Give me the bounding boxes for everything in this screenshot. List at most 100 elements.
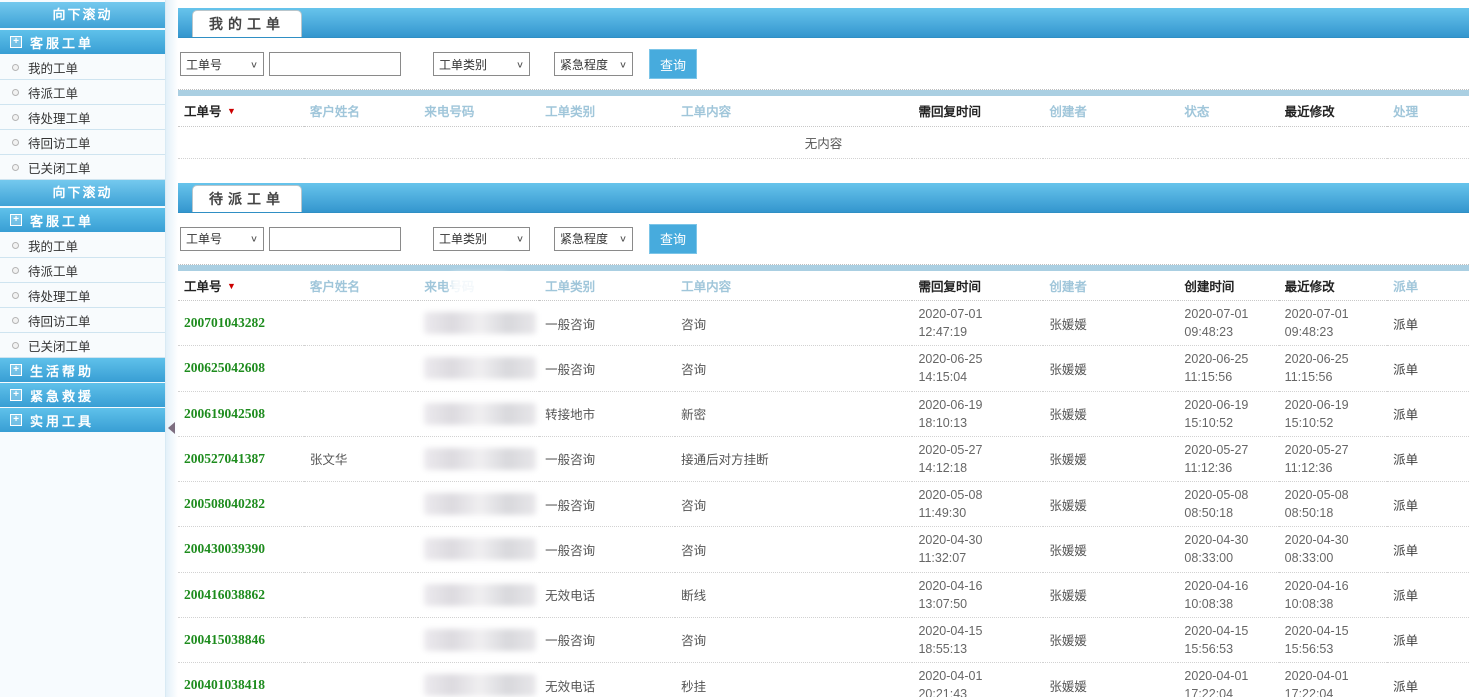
redacted-phone-blur [424, 629, 536, 651]
created-time-cell: 2020-06-19 15:10:52 [1178, 391, 1278, 436]
sidebar-gutter [166, 0, 178, 697]
order-id-link[interactable]: 200619042508 [178, 391, 304, 436]
urgency-select-value: 紧急程度 [560, 56, 608, 73]
sidebar-item[interactable]: 我的工单 [0, 233, 165, 258]
chevron-down-icon: ∨ [619, 233, 627, 243]
order-id-link[interactable]: 200416038862 [178, 572, 304, 617]
search-button[interactable]: 查询 [649, 49, 697, 79]
order-id-link[interactable]: 200415038846 [178, 617, 304, 662]
dispatch-link[interactable]: 派单 [1387, 346, 1469, 391]
order-id-link[interactable]: 200527041387 [178, 436, 304, 481]
caller-number-cell [418, 482, 539, 527]
caller-number-cell [418, 663, 539, 697]
panel-pending-dispatch: 待派工单 工单号 ∨ 工单类别 ∨ 紧急程度 ∨ 查询 [178, 183, 1469, 697]
col-creator: 创建者 [1043, 271, 1178, 301]
category-select[interactable]: 工单类别 ∨ [433, 227, 530, 251]
customer-name-cell [304, 527, 419, 572]
order-category-cell: 一般咨询 [539, 482, 675, 527]
order-content-cell: 咨询 [675, 617, 912, 662]
dispatch-link[interactable]: 派单 [1387, 663, 1469, 697]
col-order-id[interactable]: 工单号 ▼ [178, 96, 304, 126]
sidebar-item-label: 我的工单 [28, 236, 78, 255]
sidebar-scroll-header[interactable]: 向下滚动 [0, 180, 165, 206]
tab-bar: 待派工单 [178, 183, 1469, 213]
col-order-id[interactable]: 工单号 ▼ [178, 271, 304, 301]
expand-plus-icon: + [10, 36, 22, 48]
customer-name-cell [304, 391, 419, 436]
bullet-circle-icon [12, 64, 19, 71]
sidebar-item-label: 我的工单 [28, 58, 78, 77]
last-modified-cell: 2020-05-27 11:12:36 [1279, 436, 1387, 481]
urgency-select[interactable]: 紧急程度 ∨ [554, 52, 633, 76]
order-field-select[interactable]: 工单号 ∨ [180, 227, 264, 251]
tab-my-orders[interactable]: 我的工单 [192, 10, 302, 37]
sidebar-item[interactable]: 待派工单 [0, 258, 165, 283]
tab-pending-dispatch[interactable]: 待派工单 [192, 185, 302, 212]
sidebar-item[interactable]: 待回访工单 [0, 130, 165, 155]
col-reply-deadline: 需回复时间 [912, 96, 1043, 126]
order-category-cell: 一般咨询 [539, 436, 675, 481]
table-row: 200430039390 一般咨询 咨询 2020-04-30 11:32:07… [178, 527, 1469, 572]
creator-cell: 张媛媛 [1043, 572, 1178, 617]
filter-row: 工单号 ∨ 工单类别 ∨ 紧急程度 ∨ 查询 [178, 38, 1469, 90]
order-id-link[interactable]: 200430039390 [178, 527, 304, 572]
sidebar-item[interactable]: 我的工单 [0, 55, 165, 80]
sidebar-group[interactable]: +实用工具 [0, 408, 165, 432]
order-id-link[interactable]: 200701043282 [178, 301, 304, 346]
sidebar-group[interactable]: +紧急救援 [0, 383, 165, 407]
order-id-link[interactable]: 200401038418 [178, 663, 304, 697]
dispatch-link[interactable]: 派单 [1387, 436, 1469, 481]
sidebar-scroll-header[interactable]: 向下滚动 [0, 2, 165, 28]
expand-plus-icon: + [10, 214, 22, 226]
bullet-circle-icon [12, 139, 19, 146]
last-modified-cell: 2020-05-08 08:50:18 [1279, 482, 1387, 527]
redacted-phone-blur [424, 674, 536, 696]
order-content-cell: 接通后对方挂断 [675, 436, 912, 481]
sidebar-group[interactable]: +客服工单 [0, 208, 165, 232]
table-row: 200401038418 无效电话 秒挂 2020-04-01 20:21:43… [178, 663, 1469, 697]
customer-name-cell [304, 617, 419, 662]
sidebar-item[interactable]: 待派工单 [0, 80, 165, 105]
dispatch-link[interactable]: 派单 [1387, 527, 1469, 572]
keyword-input[interactable] [269, 227, 401, 251]
keyword-input[interactable] [269, 52, 401, 76]
sidebar-item[interactable]: 待回访工单 [0, 308, 165, 333]
bullet-circle-icon [12, 114, 19, 121]
sidebar-item[interactable]: 已关闭工单 [0, 333, 165, 358]
bullet-circle-icon [12, 342, 19, 349]
customer-name-cell [304, 572, 419, 617]
dispatch-link[interactable]: 派单 [1387, 572, 1469, 617]
search-button[interactable]: 查询 [649, 224, 697, 254]
customer-name-cell [304, 346, 419, 391]
table-row: 200619042508 转接地市 新密 2020-06-19 18:10:13… [178, 391, 1469, 436]
dispatch-link[interactable]: 派单 [1387, 391, 1469, 436]
dispatch-link[interactable]: 派单 [1387, 301, 1469, 346]
sidebar-group[interactable]: +客服工单 [0, 30, 165, 54]
expand-plus-icon: + [10, 414, 22, 426]
col-last-modified: 最近修改 [1279, 271, 1387, 301]
bullet-circle-icon [12, 267, 19, 274]
dispatch-link[interactable]: 派单 [1387, 617, 1469, 662]
order-content-cell: 咨询 [675, 482, 912, 527]
bullet-circle-icon [12, 317, 19, 324]
sidebar-item[interactable]: 已关闭工单 [0, 155, 165, 180]
sidebar-item[interactable]: 待处理工单 [0, 105, 165, 130]
sidebar-group[interactable]: +生活帮助 [0, 358, 165, 382]
dispatch-link[interactable]: 派单 [1387, 482, 1469, 527]
chevron-down-icon: ∨ [250, 233, 258, 243]
creator-cell: 张媛媛 [1043, 346, 1178, 391]
sidebar-item[interactable]: 待处理工单 [0, 283, 165, 308]
reply-deadline-cell: 2020-06-19 18:10:13 [912, 391, 1043, 436]
sidebar-group-label: 生活帮助 [30, 361, 94, 380]
created-time-cell: 2020-04-01 17:22:04 [1178, 663, 1278, 697]
order-content-cell: 新密 [675, 391, 912, 436]
order-id-link[interactable]: 200625042608 [178, 346, 304, 391]
sidebar-collapse-icon[interactable] [168, 422, 175, 434]
order-field-select[interactable]: 工单号 ∨ [180, 52, 264, 76]
caller-number-cell [418, 346, 539, 391]
category-select[interactable]: 工单类别 ∨ [433, 52, 530, 76]
urgency-select[interactable]: 紧急程度 ∨ [554, 227, 633, 251]
expand-plus-icon: + [10, 389, 22, 401]
order-id-link[interactable]: 200508040282 [178, 482, 304, 527]
caller-number-cell [418, 436, 539, 481]
